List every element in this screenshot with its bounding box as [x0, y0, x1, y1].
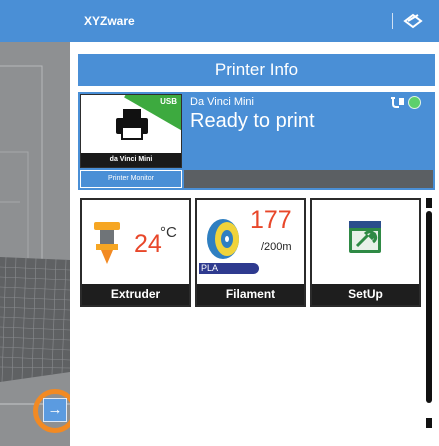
- xyz-logo-icon[interactable]: [402, 11, 424, 29]
- build-plate-grid: [0, 42, 70, 446]
- extruder-tile[interactable]: 24 °C Extruder: [80, 198, 191, 307]
- titlebar-divider: [392, 13, 393, 29]
- extruder-label: Extruder: [82, 284, 189, 305]
- printer-card[interactable]: USB da Vinci Mini Printer Monitor Da Vin…: [78, 92, 435, 190]
- filament-label: Filament: [197, 284, 304, 305]
- filament-total: /200m: [261, 241, 292, 253]
- printer-name: Da Vinci Mini: [190, 96, 254, 108]
- temperature-unit: °C: [160, 224, 177, 241]
- filament-tile[interactable]: 177 /200m PLA Filament: [195, 198, 306, 307]
- extruder-temperature: 24: [134, 230, 162, 258]
- scroll-down-arrow-icon[interactable]: [426, 418, 432, 428]
- expand-panel-button[interactable]: →: [43, 398, 67, 422]
- app-title: XYZware: [84, 14, 135, 28]
- scroll-up-arrow-icon[interactable]: [426, 198, 432, 208]
- printer-model-label: da Vinci Mini: [81, 153, 181, 167]
- viewport-topbar: [0, 0, 70, 42]
- usb-badge-label: USB: [160, 97, 177, 106]
- extruder-icon: [94, 222, 120, 264]
- printer-panel: XYZware Printer Info USB da Vinci Mini P…: [70, 0, 439, 446]
- arrow-right-icon: →: [47, 401, 63, 418]
- status-indicator-icon: [408, 96, 421, 109]
- scrollbar-thumb[interactable]: [426, 211, 432, 403]
- app-titlebar: XYZware: [70, 0, 439, 42]
- setup-label: SetUp: [312, 284, 419, 305]
- printer-monitor-button[interactable]: Printer Monitor: [80, 170, 182, 188]
- filament-remaining: 177: [250, 206, 292, 234]
- printer-monitor-bar: [184, 170, 433, 188]
- section-header: Printer Info: [78, 54, 435, 86]
- viewport-3d[interactable]: →: [0, 0, 70, 446]
- connection-icon: [391, 97, 404, 108]
- setup-wrench-icon: [349, 221, 381, 253]
- filament-type-badge: PLA: [199, 263, 259, 274]
- printer-icon: [116, 109, 148, 140]
- filament-spool-icon: [207, 219, 239, 259]
- printer-status: Ready to print: [190, 110, 315, 132]
- setup-tile[interactable]: SetUp: [310, 198, 421, 307]
- printer-thumbnail: USB da Vinci Mini: [80, 94, 182, 168]
